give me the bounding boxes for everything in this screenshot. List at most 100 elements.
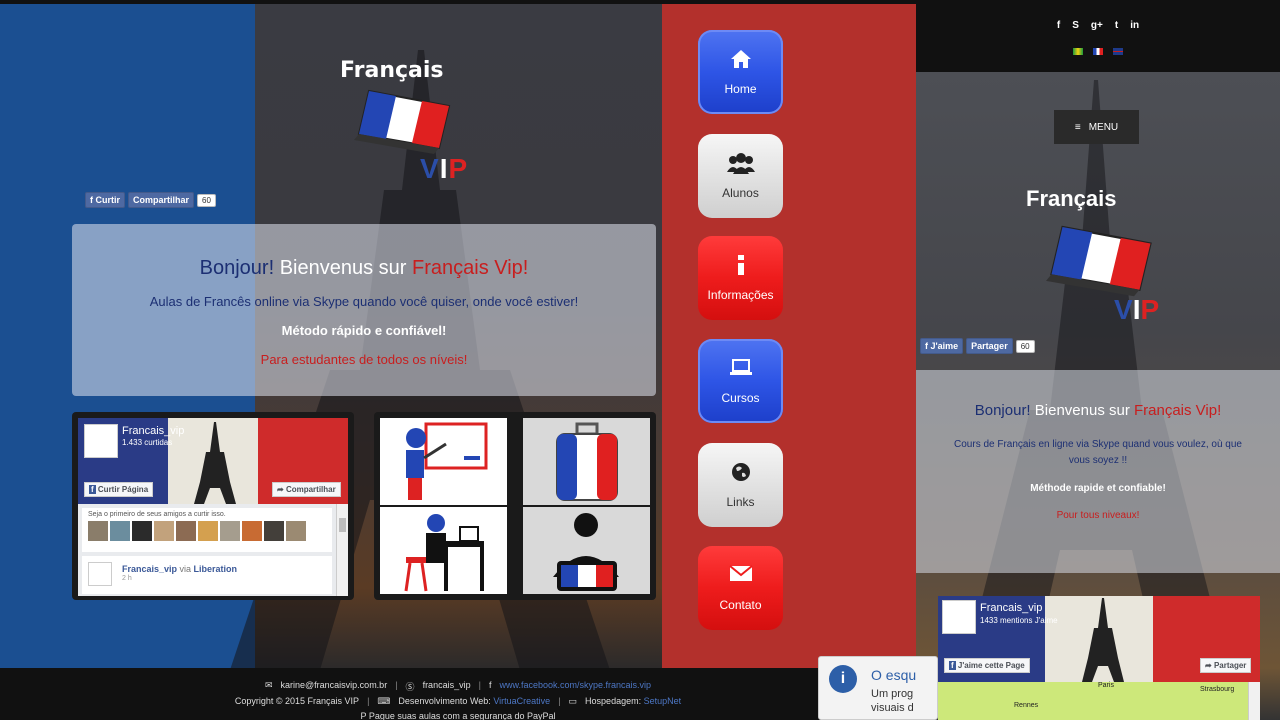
teacher-illustration[interactable] [380,418,507,505]
fb-partager-button[interactable]: Partager [966,338,1013,354]
menu-label: MENU [1088,121,1119,133]
mobile-site-logo[interactable]: Français VIP [1024,186,1174,336]
fb-like-count: 60 [197,193,216,207]
map-label-strasbourg: Strasbourg [1200,686,1235,693]
nav-contato-label: Contato [719,598,762,612]
nav-informacoes-button[interactable]: Informações [698,236,783,320]
student-illustration[interactable] [380,507,507,594]
illustration-grid [374,412,656,600]
welcome-line-3: Para estudantes de todos os níveis! [260,352,468,367]
mobile-welcome-line-3: Pour tous niveaux! [1056,510,1140,521]
welcome-box: Bonjour! Bienvenus sur Français Vip! Aul… [72,224,656,396]
suitcase-illustration[interactable] [523,418,650,505]
footer-dev-link[interactable]: VirtuaCreative [493,696,550,706]
google-plus-icon[interactable]: g+ [1091,20,1103,31]
fb-share-button[interactable]: ➦ Compartilhar [272,482,341,497]
fb-map-post: Paris Strasbourg Rennes [938,682,1248,720]
twitter-icon[interactable]: t [1115,20,1118,31]
fb-curtir-button[interactable]: f Curtir [85,192,125,208]
footer-host-link[interactable]: SetupNet [644,696,682,706]
mobile-facebook-widget: Francais_vip 1433 mentions J'aime f J'ai… [938,596,1260,720]
mobile-welcome-line-2: Méthode rapide et confiable! [1030,483,1166,494]
hamburger-icon: ≡ [1074,121,1081,133]
nav-cursos-label: Cursos [721,391,760,405]
nav-home-button[interactable]: Home [698,30,783,114]
nav-cursos-button[interactable]: Cursos [698,339,783,423]
nav-alunos-button[interactable]: Alunos [698,134,783,218]
linkedin-icon[interactable]: in [1130,20,1139,31]
mobile-welcome-box: Bonjour! Bienvenus sur Français Vip! Cou… [916,370,1280,573]
mobile-topbar [916,0,1280,72]
welcome-line-1: Aulas de Francês online via Skype quando… [149,294,579,309]
top-bar [0,0,916,4]
fb-page-avatar[interactable] [84,424,118,458]
share-icon: ➦ [277,485,286,494]
nav-links-button[interactable]: Links [698,443,783,527]
mobile-fb-scrollbar[interactable] [1248,682,1260,720]
eiffel-cover-icon [1082,598,1124,682]
fb-like-page-button[interactable]: f Curtir Página [84,482,154,497]
eiffel-cover-icon [194,422,236,504]
fb-partager-share-button[interactable]: ➦ Partager [1200,658,1252,673]
footer-facebook-link[interactable]: www.facebook.com/skype.francais.vip [499,680,651,693]
footer-paypal[interactable]: Pague suas aulas com a segurança do PayP… [369,711,556,720]
fb-jaime-button[interactable]: f J'aime [920,338,964,354]
mobile-fb-page-name[interactable]: Francais_vip [980,602,1042,614]
presenter-illustration[interactable] [523,507,650,594]
nav-home-label: Home [724,82,757,96]
notification-title: O esqu [871,667,917,683]
mobile-menu-button[interactable]: ≡ MENU [1054,110,1139,144]
map-label-rennes: Rennes [1014,702,1039,709]
facebook-icon[interactable]: f [1057,20,1060,31]
fb-page-name[interactable]: Francais_vip [122,425,184,437]
fb-post: Francais_vip via Liberation 2 h [82,556,332,594]
uk-flag-icon[interactable] [1113,48,1123,55]
logo-vip: VIP [420,153,469,184]
facebook-icon: f [488,680,492,690]
fb-post-time: 2 h [122,575,132,582]
site-footer: ✉ karine@francaisvip.com.br | Ⓢ francais… [0,668,916,720]
fb-post-author[interactable]: Francais_vip via Liberation [122,564,237,574]
info-icon [737,255,744,275]
site-logo[interactable]: Français VIP [340,58,470,188]
keyboard-icon: ⌨ [377,696,391,706]
mobile-welcome-line-1: Cours de Français en ligne via Skype qua… [954,439,1242,466]
language-flags [916,48,1280,55]
desktop-site: Français VIP f Curtir Compartilhar 60 Bo… [0,0,916,720]
nav-contato-button[interactable]: Contato [698,546,783,630]
info-circle-icon: i [829,665,857,693]
fb-cover: Francais_vip 1.433 curtidas f Curtir Pág… [78,418,348,504]
envelope-icon [728,565,753,581]
fb-jaime-page-button[interactable]: f J'aime cette Page [944,658,1030,673]
email-icon: ✉ [264,680,273,690]
globe-icon [731,463,750,481]
mobile-welcome-title: Bonjour! Bienvenus sur Français Vip! [974,402,1222,419]
skype-icon[interactable]: S [1072,20,1079,31]
welcome-title: Bonjour! Bienvenus sur Français Vip! [199,257,529,279]
facebook-icon: f [949,661,956,670]
skype-icon: Ⓢ [405,682,415,692]
users-icon [726,153,755,174]
fb-feed[interactable]: Seja o primeiro de seus amigos a curtir … [78,504,348,596]
nav-informacoes-label: Informações [707,288,774,302]
mobile-fb-page-likes: 1433 mentions J'aime [980,616,1058,625]
paypal-icon: P [360,711,369,720]
fb-friend-thumbnails [88,521,326,541]
notification-text: Um prog visuais d [871,688,914,714]
footer-host-label: Hospedagem: [585,696,642,706]
france-flag-icon[interactable] [1093,48,1103,55]
footer-email[interactable]: karine@francaisvip.com.br [281,680,388,693]
fb-scrollbar[interactable] [336,504,348,596]
brazil-flag-icon[interactable] [1073,48,1083,55]
home-icon [730,50,751,68]
facebook-page-widget: Francais_vip 1.433 curtidas f Curtir Pág… [72,412,354,600]
nav-alunos-label: Alunos [722,186,759,200]
map-label-paris: Paris [1098,682,1114,689]
mobile-fb-like-buttons: f J'aime Partager 60 [920,338,1035,354]
mobile-fb-page-avatar[interactable] [942,600,976,634]
laptop-flag-icon [1046,225,1152,297]
system-notification[interactable]: i O esqu Um prog visuais d [818,656,938,720]
fb-compartilhar-button[interactable]: Compartilhar [128,192,195,208]
mobile-logo-wordmark: Français [1026,186,1117,211]
footer-skype[interactable]: francais_vip [423,680,471,693]
